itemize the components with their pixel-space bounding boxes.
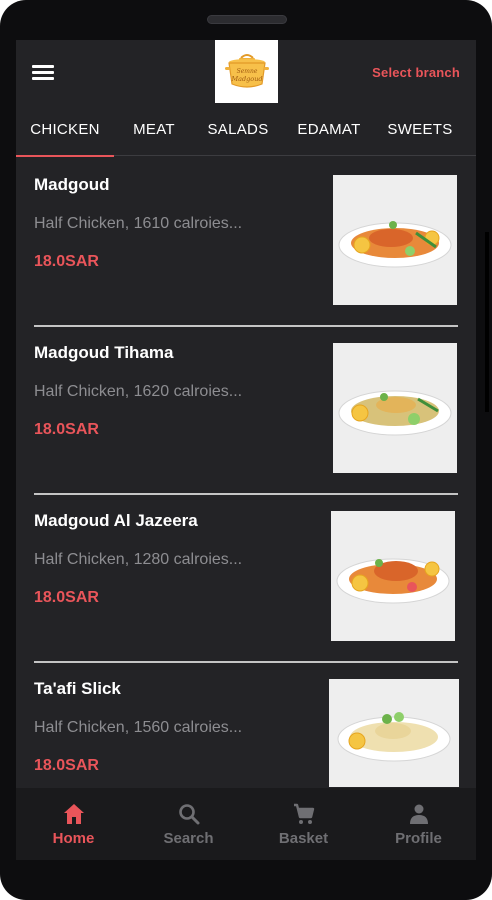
tab-meat[interactable]: MEAT: [118, 106, 190, 156]
menu-item-list[interactable]: Madgoud Half Chicken, 1610 calroies... 1…: [16, 157, 476, 787]
select-branch-button[interactable]: Select branch: [372, 65, 460, 80]
app-screen: Semne Madgoud Select branch CHICKEN MEAT…: [16, 40, 476, 860]
tab-edamat[interactable]: EDAMAT: [286, 106, 372, 156]
menu-item-image: [331, 511, 455, 641]
menu-item-description: Half Chicken, 1560 calroies...: [34, 719, 243, 736]
person-icon: [410, 804, 428, 824]
restaurant-logo: Semne Madgoud: [215, 40, 278, 103]
menu-item-description: Half Chicken, 1280 calroies...: [34, 551, 243, 568]
category-tabs: CHICKEN MEAT SALADS EDAMAT SWEETS: [16, 106, 476, 157]
nav-basket[interactable]: Basket: [246, 788, 361, 860]
pot-logo-icon: Semne Madgoud: [224, 53, 269, 88]
menu-item[interactable]: Madgoud Half Chicken, 1610 calroies... 1…: [16, 157, 476, 325]
tab-sweets[interactable]: SWEETS: [378, 106, 462, 156]
tab-salads[interactable]: SALADS: [198, 106, 278, 156]
menu-item-price: 18.0SAR: [34, 421, 99, 438]
menu-item-description: Half Chicken, 1620 calroies...: [34, 383, 243, 400]
nav-home[interactable]: Home: [16, 788, 131, 860]
nav-basket-label: Basket: [278, 830, 329, 847]
search-icon: [179, 804, 200, 825]
nav-search-label: Search: [163, 830, 214, 847]
menu-item-image: [333, 175, 457, 305]
menu-item-name: Madgoud: [34, 175, 110, 194]
nav-search[interactable]: Search: [131, 788, 246, 860]
menu-item[interactable]: Ta'afi Slick Half Chicken, 1560 calroies…: [16, 661, 476, 787]
home-icon: [64, 804, 84, 824]
logo-text-line1: Semne: [236, 68, 257, 75]
hamburger-menu-icon[interactable]: [32, 65, 54, 81]
menu-item-name: Madgoud Al Jazeera: [34, 511, 198, 530]
device-frame: Semne Madgoud Select branch CHICKEN MEAT…: [0, 0, 492, 900]
menu-item-description: Half Chicken, 1610 calroies...: [34, 215, 243, 232]
nav-profile-label: Profile: [395, 830, 442, 847]
menu-item[interactable]: Madgoud Al Jazeera Half Chicken, 1280 ca…: [16, 493, 476, 661]
app-header: Semne Madgoud Select branch: [16, 40, 476, 106]
nav-home-label: Home: [52, 830, 95, 847]
menu-item-name: Ta'afi Slick: [34, 679, 121, 698]
bottom-navigation: Home Search Basket Profile: [16, 788, 476, 860]
nav-profile[interactable]: Profile: [361, 788, 476, 860]
menu-item-image: [333, 343, 457, 473]
menu-item[interactable]: Madgoud Tihama Half Chicken, 1620 calroi…: [16, 325, 476, 493]
menu-item-price: 18.0SAR: [34, 253, 99, 270]
logo-text-line2: Madgoud: [230, 75, 262, 83]
tab-chicken[interactable]: CHICKEN: [16, 106, 114, 157]
side-button: [485, 232, 489, 412]
menu-item-price: 18.0SAR: [34, 589, 99, 606]
menu-item-name: Madgoud Tihama: [34, 343, 174, 362]
speaker-grille: [207, 15, 287, 24]
menu-item-image: [329, 679, 459, 787]
menu-item-price: 18.0SAR: [34, 757, 99, 774]
cart-icon: [294, 803, 315, 824]
